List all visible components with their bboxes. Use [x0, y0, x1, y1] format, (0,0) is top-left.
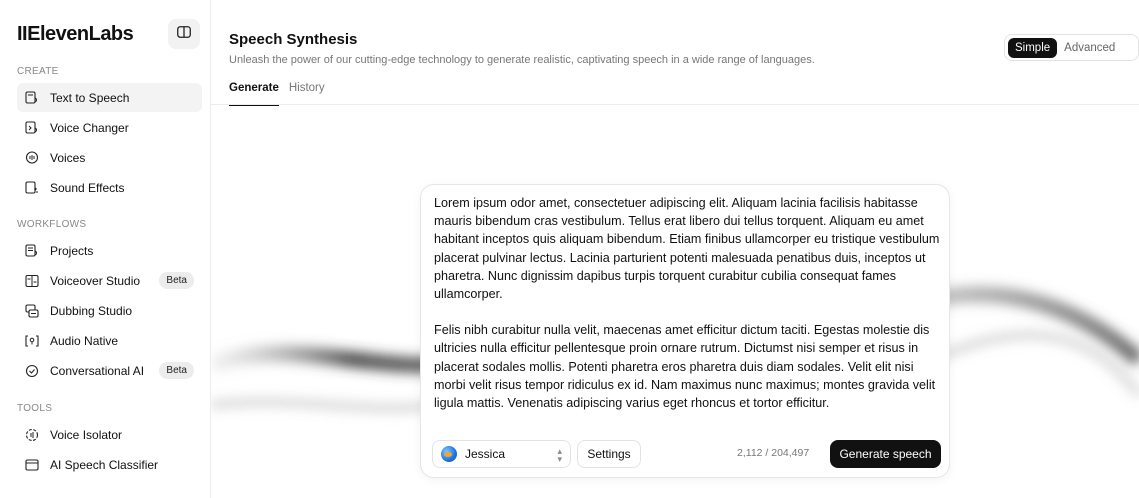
- sidebar-item-label: Conversational AI: [50, 363, 145, 378]
- sound-effects-icon: [25, 180, 39, 195]
- logo[interactable]: IIElevenLabs: [17, 23, 134, 46]
- sidebar-item-voiceover-studio[interactable]: Voiceover Studio Beta: [17, 266, 202, 295]
- sidebar-item-ai-speech-classifier[interactable]: AI Speech Classifier: [17, 450, 202, 479]
- section-label-create: CREATE: [17, 66, 59, 77]
- beta-badge: Beta: [159, 362, 194, 379]
- sidebar-item-voice-changer[interactable]: Voice Changer: [17, 113, 202, 142]
- collapse-sidebar-button[interactable]: [168, 19, 200, 49]
- character-counter: 2,112 / 204,497: [737, 447, 810, 459]
- text-input-area[interactable]: Lorem ipsum odor amet, consectetuer adip…: [434, 194, 942, 430]
- sidebar-item-label: Projects: [50, 243, 94, 258]
- page-subtitle: Unleash the power of our cutting-edge te…: [229, 54, 815, 66]
- text-editor-card: Lorem ipsum odor amet, consectetuer adip…: [420, 184, 950, 478]
- sidebar-item-voice-isolator[interactable]: Voice Isolator: [17, 420, 202, 449]
- editor-paragraph: Felis nibh curabitur nulla velit, maecen…: [434, 323, 936, 411]
- page-title: Speech Synthesis: [229, 31, 358, 48]
- mode-toggle: Simple Advanced: [1004, 34, 1139, 61]
- tab-history[interactable]: History: [289, 82, 325, 106]
- mode-simple-button[interactable]: Simple: [1008, 37, 1058, 58]
- tabs: Generate History: [229, 82, 325, 106]
- generate-speech-button[interactable]: Generate speech: [830, 440, 941, 468]
- sidebar-item-conversational-ai[interactable]: Conversational AI Beta: [17, 356, 202, 385]
- sidebar-item-text-to-speech[interactable]: Text to Speech: [17, 83, 202, 112]
- beta-badge: Beta: [159, 272, 194, 289]
- editor-toolbar: Jessica ▴ ▾ Settings 2,112 / 204,497 Gene…: [432, 440, 942, 468]
- sidebar: IIElevenLabs CREATE Text to Speech Voice…: [0, 0, 211, 498]
- sidebar-item-label: Voice Isolator: [50, 427, 123, 442]
- chevron-updown-icon: ▴ ▾: [557, 446, 562, 464]
- section-label-workflows: WORKFLOWS: [17, 219, 87, 230]
- sidebar-item-label: Audio Native: [50, 333, 119, 348]
- sidebar-item-sound-effects[interactable]: Sound Effects: [17, 173, 202, 202]
- sidebar-item-label: Dubbing Studio: [50, 303, 133, 318]
- sidebar-item-label: AI Speech Classifier: [50, 457, 159, 472]
- voices-icon: [25, 150, 39, 165]
- sidebar-item-label: Sound Effects: [50, 180, 125, 195]
- section-label-tools: TOOLS: [17, 403, 53, 414]
- settings-button[interactable]: Settings: [577, 440, 641, 468]
- sidebar-item-label: Voiceover Studio: [50, 273, 141, 288]
- speech-classifier-icon: [25, 458, 39, 472]
- voice-select[interactable]: Jessica ▴ ▾: [432, 440, 571, 468]
- text-to-speech-icon: [25, 90, 39, 105]
- projects-icon: [25, 243, 39, 258]
- sidebar-item-label: Voice Changer: [50, 120, 129, 135]
- sidebar-item-label: Text to Speech: [50, 90, 130, 105]
- sidebar-item-dubbing-studio[interactable]: Dubbing Studio: [17, 296, 202, 325]
- voice-avatar-icon: [441, 446, 457, 462]
- tab-generate[interactable]: Generate: [229, 82, 279, 106]
- sidebar-item-audio-native[interactable]: Audio Native: [17, 326, 202, 355]
- sidebar-item-label: Voices: [50, 150, 86, 165]
- sidebar-toggle-icon: [177, 25, 191, 43]
- audio-native-icon: [25, 334, 39, 348]
- sidebar-item-voices[interactable]: Voices: [17, 143, 202, 172]
- voice-changer-icon: [25, 120, 39, 135]
- editor-paragraph: Lorem ipsum odor amet, consectetuer adip…: [434, 196, 940, 302]
- voice-name: Jessica: [465, 447, 506, 461]
- conversational-ai-icon: [25, 364, 39, 378]
- voiceover-studio-icon: [25, 274, 39, 288]
- dubbing-studio-icon: [25, 303, 39, 318]
- mode-advanced-button[interactable]: Advanced: [1057, 38, 1122, 58]
- voice-isolator-icon: [25, 428, 39, 442]
- sidebar-item-projects[interactable]: Projects: [17, 236, 202, 265]
